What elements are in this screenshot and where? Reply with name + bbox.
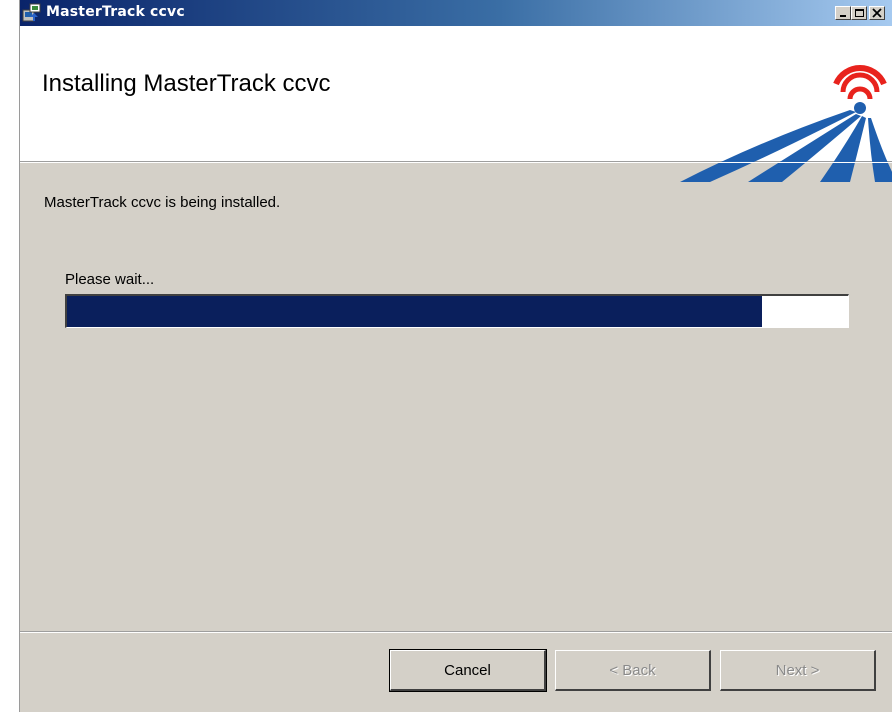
page-title: Installing MasterTrack ccvc xyxy=(42,70,331,97)
wait-label: Please wait... xyxy=(65,271,155,288)
back-button[interactable]: < Back xyxy=(555,650,711,691)
header-divider xyxy=(20,162,892,163)
installer-icon xyxy=(22,3,42,23)
close-icon xyxy=(872,8,882,18)
close-button[interactable] xyxy=(869,6,885,20)
minimize-button[interactable] xyxy=(835,6,851,20)
progress-fill xyxy=(67,296,763,327)
progress-bar xyxy=(65,294,849,328)
maximize-icon xyxy=(855,9,864,17)
signal-road-logo xyxy=(680,65,892,182)
maximize-button[interactable] xyxy=(851,6,867,20)
minimize-icon xyxy=(840,15,846,17)
install-status: MasterTrack ccvc is being installed. xyxy=(44,194,281,211)
footer-divider-highlight xyxy=(20,632,892,633)
header-banner: Installing MasterTrack ccvc xyxy=(20,26,892,182)
cancel-button[interactable]: Cancel xyxy=(389,649,547,692)
installer-window: MasterTrack ccvc Installing MasterTrack … xyxy=(19,0,892,712)
window-title: MasterTrack ccvc xyxy=(46,4,185,20)
title-bar[interactable]: MasterTrack ccvc xyxy=(20,0,892,26)
next-button[interactable]: Next > xyxy=(720,650,876,691)
